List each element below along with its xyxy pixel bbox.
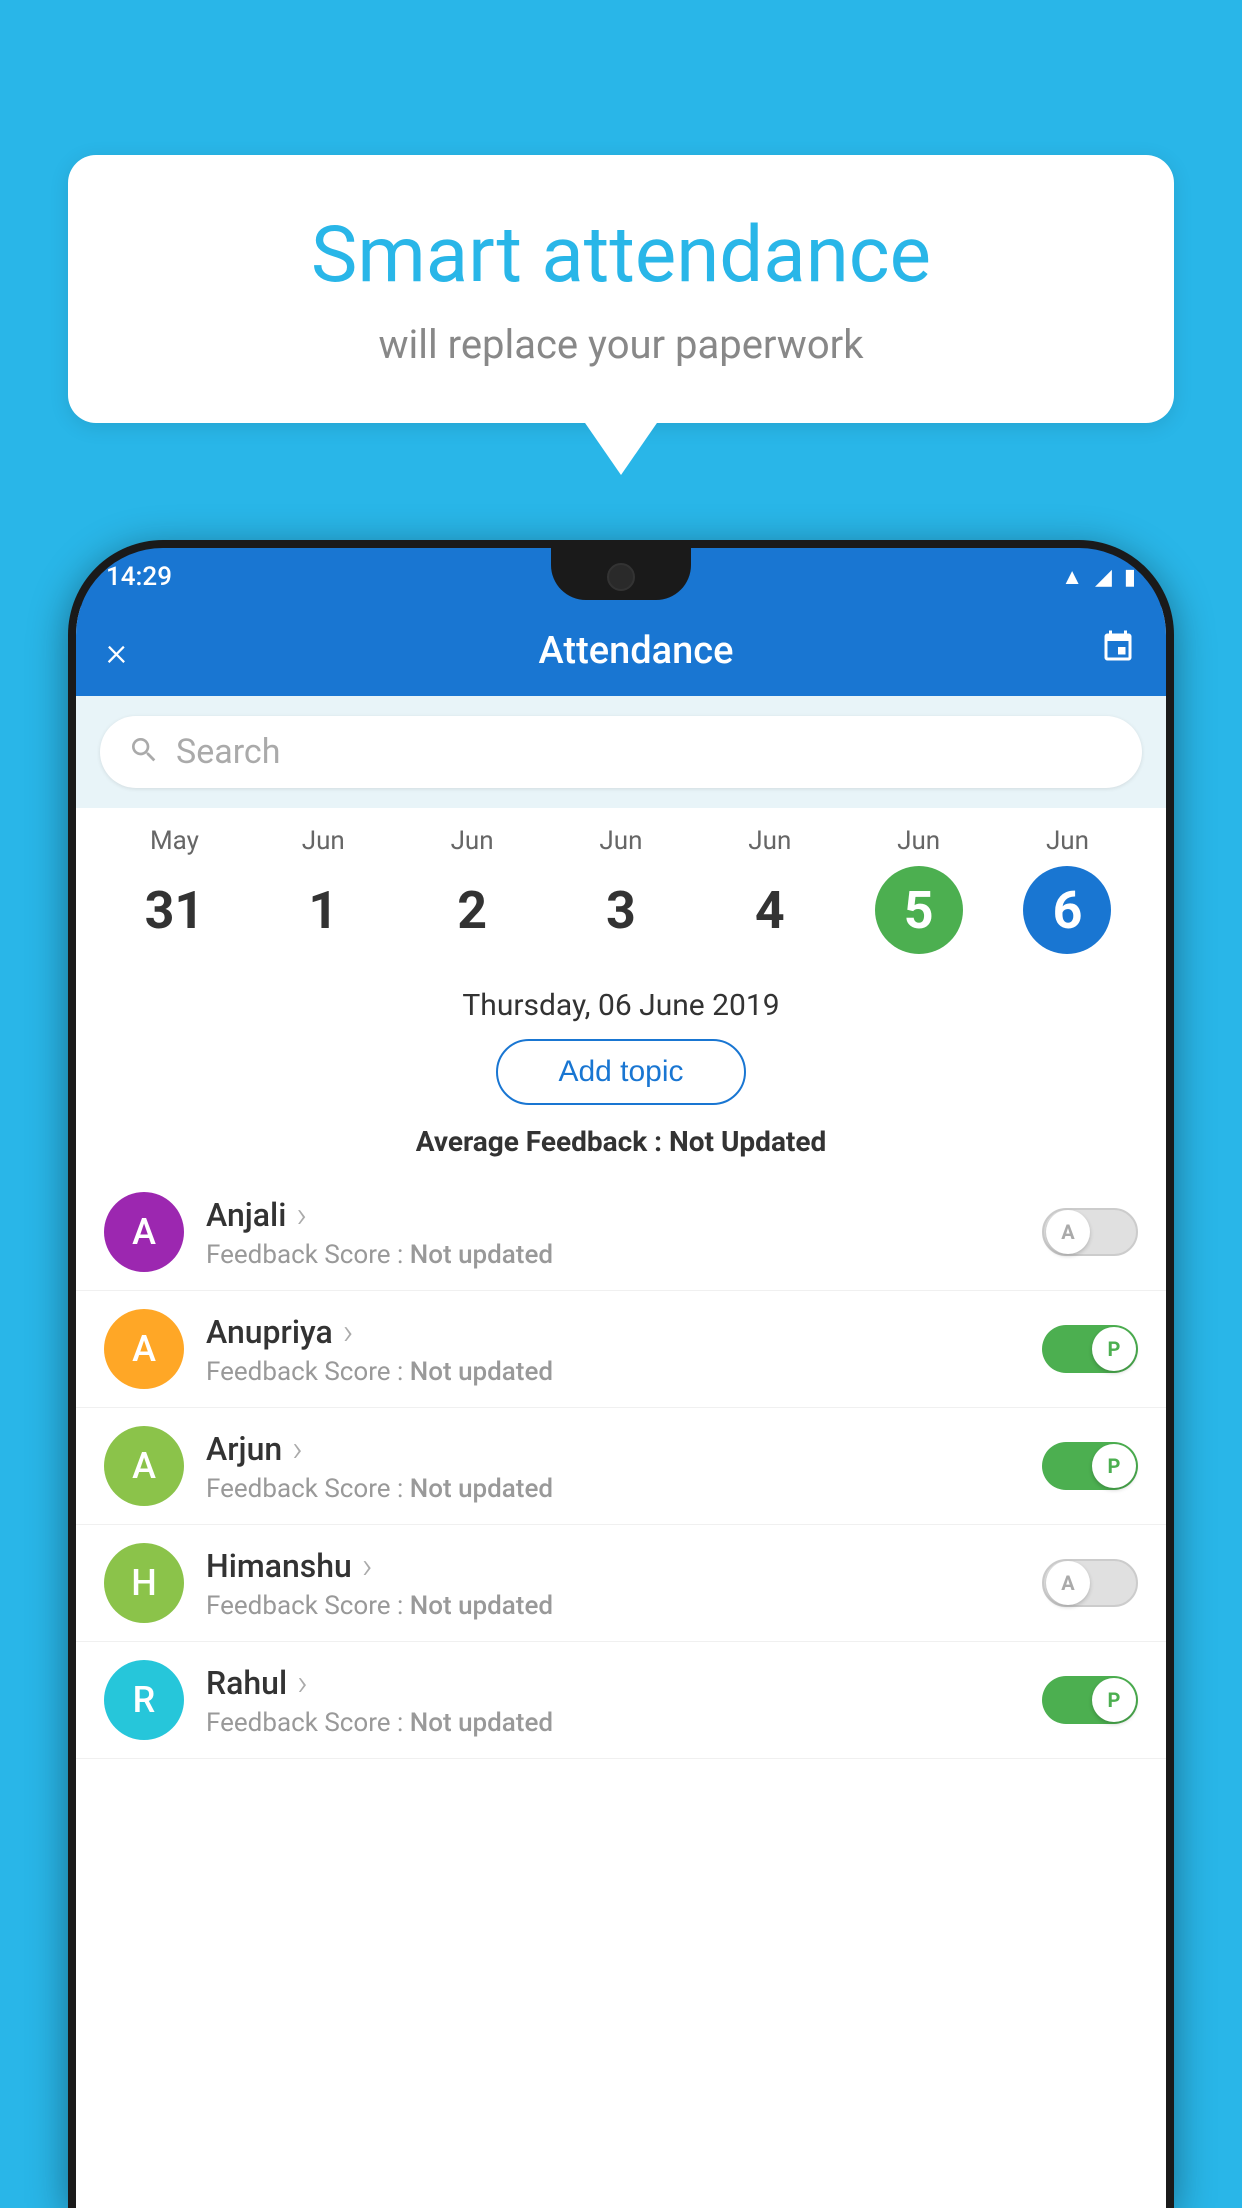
student-avatar: H — [104, 1543, 184, 1623]
phone-frame: 14:29 ▲ ◢ ▮ × Attendance — [68, 540, 1174, 2208]
header-title: Attendance — [196, 629, 1076, 673]
search-placeholder: Search — [176, 732, 280, 772]
toggle-knob: P — [1092, 1327, 1136, 1371]
calendar-day[interactable]: Jun 2 — [417, 826, 527, 954]
cal-day-number[interactable]: 5 — [875, 866, 963, 954]
attendance-toggle-container[interactable]: P — [1042, 1325, 1138, 1373]
phone-inner: 14:29 ▲ ◢ ▮ × Attendance — [76, 548, 1166, 2208]
calendar-day[interactable]: Jun 6 — [1012, 826, 1122, 954]
cal-month-label: Jun — [748, 826, 791, 856]
student-name: Anjali — [206, 1194, 1020, 1236]
app-content: × Attendance Search — [76, 606, 1166, 2208]
cal-month-label: Jun — [302, 826, 345, 856]
student-item[interactable]: A Anupriya Feedback Score : Not updated P — [76, 1291, 1166, 1408]
student-item[interactable]: R Rahul Feedback Score : Not updated P — [76, 1642, 1166, 1759]
calendar-icon[interactable] — [1076, 629, 1136, 674]
student-avatar: A — [104, 1309, 184, 1389]
student-info: Arjun Feedback Score : Not updated — [206, 1428, 1020, 1504]
student-item[interactable]: A Anjali Feedback Score : Not updated A — [76, 1174, 1166, 1291]
student-feedback: Feedback Score : Not updated — [206, 1474, 1020, 1504]
selected-date: Thursday, 06 June 2019 — [76, 972, 1166, 1031]
attendance-toggle-container[interactable]: A — [1042, 1208, 1138, 1256]
toggle-knob: A — [1046, 1561, 1090, 1605]
attendance-toggle[interactable]: A — [1042, 1208, 1138, 1256]
student-avatar: R — [104, 1660, 184, 1740]
attendance-toggle[interactable]: P — [1042, 1676, 1138, 1724]
speech-bubble-container: Smart attendance will replace your paper… — [68, 155, 1174, 423]
student-name: Himanshu — [206, 1545, 1020, 1587]
student-info: Himanshu Feedback Score : Not updated — [206, 1545, 1020, 1621]
cal-day-number[interactable]: 1 — [279, 866, 367, 954]
cal-day-number[interactable]: 6 — [1023, 866, 1111, 954]
student-feedback: Feedback Score : Not updated — [206, 1708, 1020, 1738]
attendance-toggle-container[interactable]: A — [1042, 1559, 1138, 1607]
toggle-knob: P — [1092, 1678, 1136, 1722]
signal-icon: ◢ — [1095, 565, 1112, 590]
student-feedback: Feedback Score : Not updated — [206, 1240, 1020, 1270]
student-feedback: Feedback Score : Not updated — [206, 1357, 1020, 1387]
student-name: Rahul — [206, 1662, 1020, 1704]
calendar-strip: May 31 Jun 1 Jun 2 Jun 3 Jun 4 Jun 5 Jun 6 — [76, 808, 1166, 972]
student-name: Arjun — [206, 1428, 1020, 1470]
student-info: Anjali Feedback Score : Not updated — [206, 1194, 1020, 1270]
battery-icon: ▮ — [1124, 565, 1136, 590]
cal-month-label: Jun — [897, 826, 940, 856]
calendar-days: May 31 Jun 1 Jun 2 Jun 3 Jun 4 Jun 5 Jun 6 — [100, 826, 1142, 954]
app-header: × Attendance — [76, 606, 1166, 696]
student-item[interactable]: A Arjun Feedback Score : Not updated P — [76, 1408, 1166, 1525]
bubble-subtitle: will replace your paperwork — [128, 321, 1114, 368]
student-info: Anupriya Feedback Score : Not updated — [206, 1311, 1020, 1387]
calendar-day[interactable]: Jun 5 — [864, 826, 974, 954]
student-avatar: A — [104, 1192, 184, 1272]
search-container: Search — [76, 696, 1166, 808]
student-info: Rahul Feedback Score : Not updated — [206, 1662, 1020, 1738]
attendance-toggle[interactable]: A — [1042, 1559, 1138, 1607]
student-item[interactable]: H Himanshu Feedback Score : Not updated A — [76, 1525, 1166, 1642]
status-time: 14:29 — [106, 562, 172, 592]
calendar-day[interactable]: Jun 1 — [268, 826, 378, 954]
speech-bubble: Smart attendance will replace your paper… — [68, 155, 1174, 423]
attendance-toggle-container[interactable]: P — [1042, 1676, 1138, 1724]
avg-feedback-value: Not Updated — [669, 1125, 826, 1158]
student-name: Anupriya — [206, 1311, 1020, 1353]
phone-notch — [551, 548, 691, 600]
close-button[interactable]: × — [106, 628, 166, 675]
avg-feedback-label: Average Feedback : — [416, 1125, 669, 1158]
student-list: AAnjaliFeedback Score : Not updatedAAAnu… — [76, 1174, 1166, 2208]
calendar-day[interactable]: Jun 3 — [566, 826, 676, 954]
search-bar[interactable]: Search — [100, 716, 1142, 788]
cal-month-label: Jun — [1046, 826, 1089, 856]
toggle-knob: P — [1092, 1444, 1136, 1488]
add-topic-container: Add topic — [76, 1031, 1166, 1121]
attendance-toggle[interactable]: P — [1042, 1325, 1138, 1373]
cal-day-number[interactable]: 31 — [130, 866, 218, 954]
calendar-day[interactable]: May 31 — [119, 826, 229, 954]
attendance-toggle[interactable]: P — [1042, 1442, 1138, 1490]
attendance-toggle-container[interactable]: P — [1042, 1442, 1138, 1490]
avg-feedback: Average Feedback : Not Updated — [76, 1121, 1166, 1174]
toggle-knob: A — [1046, 1210, 1090, 1254]
cal-day-number[interactable]: 2 — [428, 866, 516, 954]
bubble-title: Smart attendance — [128, 210, 1114, 301]
student-avatar: A — [104, 1426, 184, 1506]
status-icons: ▲ ◢ ▮ — [1061, 564, 1136, 590]
cal-day-number[interactable]: 3 — [577, 866, 665, 954]
add-topic-button[interactable]: Add topic — [496, 1039, 745, 1105]
wifi-icon: ▲ — [1061, 564, 1083, 590]
calendar-day[interactable]: Jun 4 — [715, 826, 825, 954]
cal-month-label: Jun — [451, 826, 494, 856]
search-icon — [128, 734, 160, 770]
cal-month-label: May — [150, 826, 199, 856]
front-camera — [607, 563, 635, 591]
cal-month-label: Jun — [599, 826, 642, 856]
student-feedback: Feedback Score : Not updated — [206, 1591, 1020, 1621]
cal-day-number[interactable]: 4 — [726, 866, 814, 954]
